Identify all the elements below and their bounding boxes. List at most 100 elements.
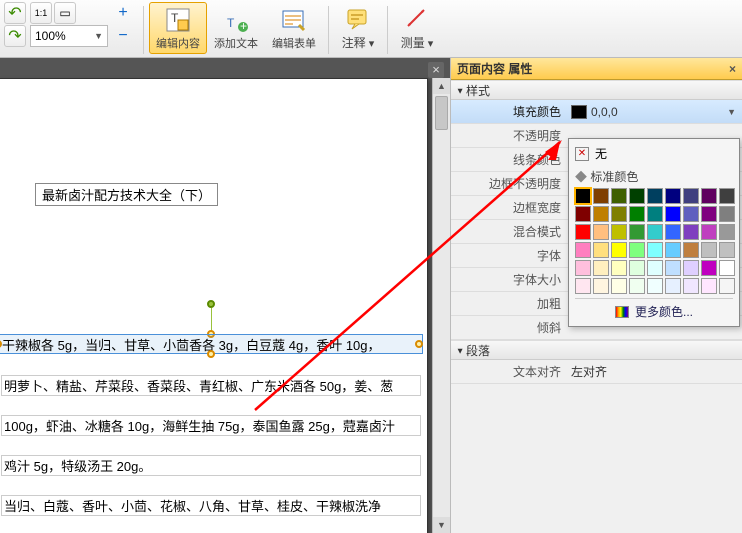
color-swatch[interactable] bbox=[593, 224, 609, 240]
color-swatch[interactable] bbox=[593, 278, 609, 294]
color-swatch[interactable] bbox=[629, 224, 645, 240]
color-swatch[interactable] bbox=[629, 242, 645, 258]
page-icon: ▭ bbox=[59, 6, 70, 20]
color-swatch[interactable] bbox=[611, 206, 627, 222]
color-swatch[interactable] bbox=[719, 206, 735, 222]
annotate-button[interactable]: 注释 ▾ bbox=[334, 2, 382, 54]
section-style[interactable]: 样式 bbox=[451, 80, 742, 100]
text-line[interactable]: 当归、白蔻、香叶、小茴、花椒、八角、甘草、桂皮、干辣椒洗净 bbox=[1, 495, 421, 516]
text-line[interactable]: 鸡汁 5g，特级汤王 20g。 bbox=[1, 455, 421, 476]
color-swatch[interactable] bbox=[593, 260, 609, 276]
color-swatch[interactable] bbox=[701, 242, 717, 258]
color-swatch[interactable] bbox=[719, 260, 735, 276]
add-text-button[interactable]: T+ 添加文本 bbox=[207, 2, 265, 54]
color-swatch[interactable] bbox=[611, 260, 627, 276]
measure-label: 测量 ▾ bbox=[401, 34, 434, 51]
color-swatch[interactable] bbox=[575, 188, 591, 204]
color-swatch[interactable] bbox=[629, 260, 645, 276]
annotate-label: 注释 ▾ bbox=[342, 34, 375, 51]
color-swatch[interactable] bbox=[665, 206, 681, 222]
color-swatch[interactable] bbox=[665, 242, 681, 258]
color-swatch[interactable] bbox=[647, 188, 663, 204]
color-swatch[interactable] bbox=[701, 260, 717, 276]
zoom-out-button[interactable]: − bbox=[112, 25, 134, 47]
section-paragraph[interactable]: 段落 bbox=[451, 340, 742, 360]
scroll-thumb[interactable] bbox=[435, 96, 448, 130]
edit-content-button[interactable]: T 编辑内容 bbox=[149, 2, 207, 54]
zoom-out-icon: − bbox=[118, 27, 127, 45]
close-panel-button[interactable]: × bbox=[729, 62, 736, 76]
prop-fill-color[interactable]: 填充颜色 0,0,0▼ bbox=[451, 100, 742, 124]
color-swatch[interactable] bbox=[719, 278, 735, 294]
color-swatch[interactable] bbox=[611, 224, 627, 240]
color-none-row[interactable]: ✕ 无 bbox=[575, 143, 733, 164]
color-swatch[interactable] bbox=[593, 242, 609, 258]
color-swatch[interactable] bbox=[647, 278, 663, 294]
redo-button[interactable]: ↷ bbox=[4, 25, 26, 47]
text-line[interactable]: 100g，虾油、冰糖各 10g，海鲜生抽 75g，泰国鱼露 25g，蒄嘉卤汁 bbox=[1, 415, 421, 436]
text-align-value: 左对齐 bbox=[571, 363, 607, 380]
undo-button[interactable]: ↶ bbox=[4, 2, 26, 24]
color-swatch[interactable] bbox=[647, 242, 663, 258]
color-swatch[interactable] bbox=[701, 224, 717, 240]
svg-text:+: + bbox=[240, 19, 247, 33]
color-swatch[interactable] bbox=[647, 224, 663, 240]
dropdown-icon[interactable]: ▼ bbox=[727, 107, 736, 117]
color-swatch[interactable] bbox=[629, 188, 645, 204]
color-swatch[interactable] bbox=[683, 242, 699, 258]
color-swatch[interactable] bbox=[611, 278, 627, 294]
color-swatch[interactable] bbox=[593, 188, 609, 204]
color-swatch[interactable] bbox=[719, 188, 735, 204]
color-swatch[interactable] bbox=[665, 224, 681, 240]
resize-handle-right[interactable] bbox=[415, 340, 423, 348]
color-swatch[interactable] bbox=[647, 260, 663, 276]
color-swatch[interactable] bbox=[611, 242, 627, 258]
color-swatch[interactable] bbox=[701, 206, 717, 222]
scroll-down-button[interactable]: ▼ bbox=[433, 517, 450, 533]
rotate-handle[interactable] bbox=[207, 300, 215, 308]
color-swatch[interactable] bbox=[575, 206, 591, 222]
measure-button[interactable]: 测量 ▾ bbox=[393, 2, 441, 54]
fit-button[interactable]: 1:1 bbox=[30, 2, 52, 24]
scroll-up-button[interactable]: ▲ bbox=[433, 78, 450, 94]
color-swatch[interactable] bbox=[629, 278, 645, 294]
color-swatch[interactable] bbox=[683, 206, 699, 222]
more-colors-button[interactable]: 更多颜色... bbox=[575, 298, 733, 320]
properties-panel-header[interactable]: 页面内容 属性 × bbox=[451, 58, 742, 80]
color-swatch[interactable] bbox=[683, 224, 699, 240]
color-swatch[interactable] bbox=[683, 260, 699, 276]
resize-handle-bottom[interactable] bbox=[207, 350, 215, 358]
text-line[interactable]: 明萝卜、精盐、芹菜段、香菜段、青红椒、广东米酒各 50g，姜、葱 bbox=[1, 375, 421, 396]
fit-page-button[interactable]: ▭ bbox=[54, 2, 76, 24]
edit-content-icon: T bbox=[164, 6, 192, 34]
color-swatch[interactable] bbox=[575, 260, 591, 276]
zoom-level-input[interactable]: 100% ▼ bbox=[30, 25, 108, 47]
prop-label-fill: 填充颜色 bbox=[451, 103, 567, 120]
color-swatch[interactable] bbox=[701, 188, 717, 204]
prop-text-align[interactable]: 文本对齐 左对齐 bbox=[451, 360, 742, 384]
zoom-in-button[interactable]: + bbox=[112, 2, 134, 24]
color-swatch[interactable] bbox=[683, 278, 699, 294]
color-swatch[interactable] bbox=[719, 224, 735, 240]
color-swatch[interactable] bbox=[647, 206, 663, 222]
color-swatch[interactable] bbox=[575, 224, 591, 240]
color-swatch[interactable] bbox=[719, 242, 735, 258]
edit-form-button[interactable]: 编辑表单 bbox=[265, 2, 323, 54]
color-swatch[interactable] bbox=[575, 242, 591, 258]
color-swatch[interactable] bbox=[665, 188, 681, 204]
color-swatch[interactable] bbox=[701, 278, 717, 294]
color-swatch[interactable] bbox=[629, 206, 645, 222]
color-swatch[interactable] bbox=[593, 206, 609, 222]
vertical-scrollbar[interactable]: ▲ ▼ bbox=[432, 78, 450, 533]
doc-title-box[interactable]: 最新卤汁配方技术大全（下） bbox=[35, 183, 218, 206]
color-swatch[interactable] bbox=[665, 260, 681, 276]
color-swatch[interactable] bbox=[683, 188, 699, 204]
color-swatch[interactable] bbox=[611, 188, 627, 204]
add-text-label: 添加文本 bbox=[214, 35, 258, 51]
pdf-page[interactable]: 最新卤汁配方技术大全（下） 干辣椒各 5g，当归、甘草、小茴香各 3g，白豆蔻 … bbox=[0, 78, 428, 533]
color-swatch[interactable] bbox=[575, 278, 591, 294]
main-toolbar: ↶ ↷ 1:1 ▭ 100% ▼ + − T 编辑内容 T+ 添加文本 编辑表单 bbox=[0, 0, 742, 58]
color-swatch[interactable] bbox=[665, 278, 681, 294]
standard-colors-label: 标准颜色 bbox=[575, 168, 733, 185]
close-tab-button[interactable]: × bbox=[428, 62, 444, 78]
